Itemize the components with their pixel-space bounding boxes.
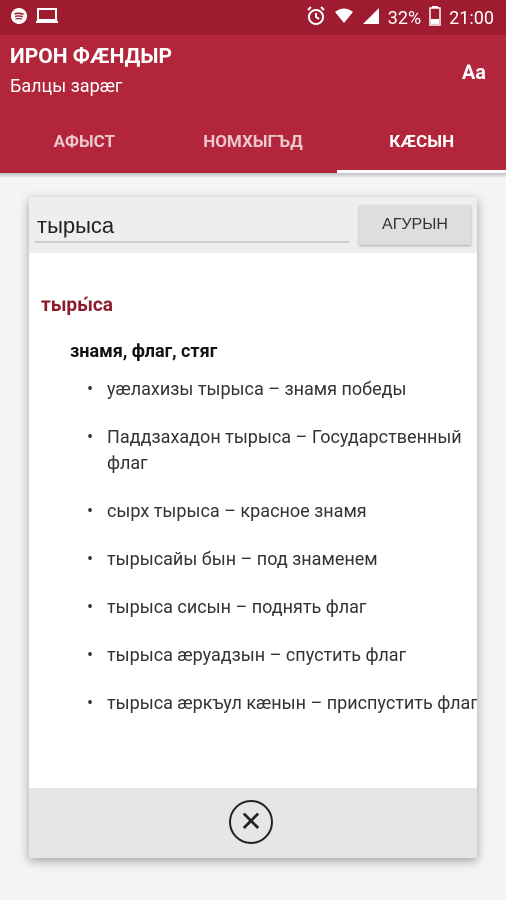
screen-cast-icon: [36, 7, 58, 29]
list-item: тырыса æруадзын – спустить флаг: [87, 643, 477, 669]
close-icon: ✕: [239, 806, 263, 837]
signal-icon: [362, 7, 380, 30]
search-input[interactable]: [35, 211, 349, 243]
close-button[interactable]: ✕: [229, 800, 273, 844]
headword: тыры́са: [41, 293, 113, 316]
list-item: уæлахизы тырыса – знамя победы: [87, 377, 477, 403]
tab-afyst[interactable]: АФЫСТ: [0, 110, 169, 173]
list-item: тырыса сисын – поднять флаг: [87, 595, 477, 621]
list-item: сырх тырыса – красное знамя: [87, 499, 477, 525]
wifi-icon: [334, 7, 354, 30]
entry-content: тыры́са знамя, флаг, стяг уæлахизы тырыс…: [29, 253, 477, 788]
dialog-footer: ✕: [29, 788, 477, 858]
app-subtitle: Балцы зарæг: [10, 76, 123, 97]
list-item: Паддзахадон тырыса – Государственный фла…: [87, 425, 477, 477]
tab-bar: АФЫСТ НОМХЫГЪД КÆСЫН: [0, 110, 506, 173]
search-dialog: АГУРЫН тыры́са знамя, флаг, стяг уæлахиз…: [29, 197, 477, 858]
tab-kaesyn[interactable]: КÆСЫН: [337, 110, 506, 173]
app-title: ИРОН ФÆНДЫР: [10, 45, 173, 69]
battery-text: 32%: [387, 8, 422, 29]
meaning: знамя, флаг, стяг: [70, 341, 218, 362]
search-row: АГУРЫН: [29, 197, 477, 253]
examples-list: уæлахизы тырыса – знамя победы Паддзахад…: [87, 377, 477, 739]
spotify-icon: [10, 7, 28, 29]
search-button[interactable]: АГУРЫН: [359, 205, 471, 245]
alarm-icon: [306, 6, 326, 31]
battery-icon: [429, 6, 441, 31]
font-size-button[interactable]: Aa: [462, 60, 486, 84]
clock: 21:00: [449, 8, 494, 29]
list-item: тырысайы бын – под знаменем: [87, 547, 477, 573]
tab-nomkhygd[interactable]: НОМХЫГЪД: [169, 110, 338, 173]
app-bar: ИРОН ФÆНДЫР Балцы зарæг Aa: [0, 35, 506, 110]
status-bar: 32% 21:00: [0, 0, 506, 35]
list-item: тырыса æркъул кæнын – приспустить флаг: [87, 691, 477, 717]
